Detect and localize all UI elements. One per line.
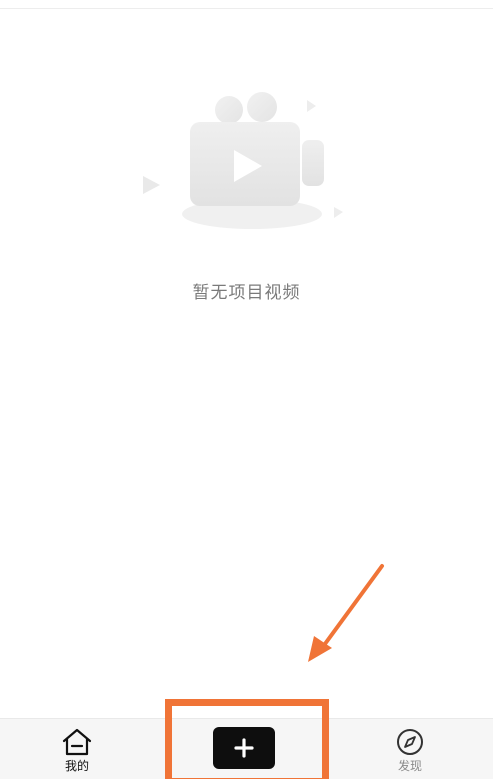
app-screen: 暂无项目视频 我的 发现 — [0, 0, 493, 779]
top-divider — [0, 0, 493, 9]
tab-discover[interactable]: 发现 — [375, 727, 445, 773]
empty-state-message: 暂无项目视频 — [192, 283, 301, 303]
video-camera-play-icon — [138, 88, 352, 238]
tab-mine[interactable]: 我的 — [42, 727, 112, 773]
tab-mine-label: 我的 — [64, 759, 89, 773]
create-project-button[interactable] — [213, 727, 275, 769]
tab-discover-label: 发现 — [397, 759, 422, 773]
compass-icon — [375, 727, 445, 757]
tutorial-arrow-icon — [308, 564, 384, 662]
home-icon — [42, 727, 112, 757]
plus-icon — [234, 738, 254, 758]
